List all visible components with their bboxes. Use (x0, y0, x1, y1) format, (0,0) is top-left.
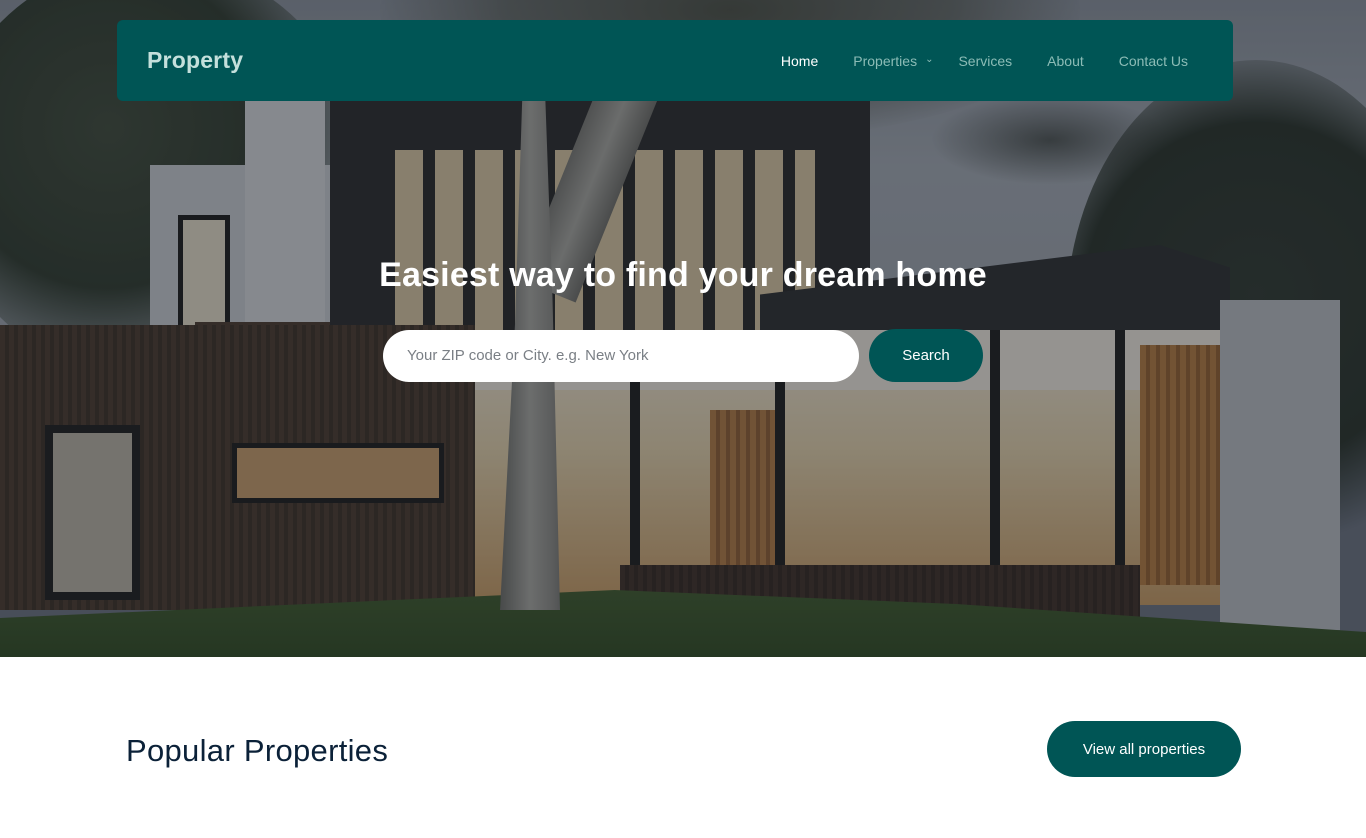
nav-item-home: Home (781, 53, 818, 69)
nav-link-services[interactable]: Services (958, 53, 1012, 69)
navbar: Property Home Properties ⌄ Services Abou… (117, 20, 1233, 101)
search-input[interactable] (383, 329, 859, 382)
nav-link-contact[interactable]: Contact Us (1119, 53, 1188, 69)
view-all-properties-button[interactable]: View all properties (1047, 721, 1241, 777)
nav-link-about[interactable]: About (1047, 53, 1084, 69)
nav-item-contact: Contact Us (1119, 53, 1188, 69)
nav-item-services: Services (958, 53, 1012, 69)
section-title-popular: Popular Properties (126, 733, 389, 768)
search-form: Search (383, 329, 983, 382)
nav-item-properties: Properties ⌄ (853, 53, 933, 69)
nav-menu: Home Properties ⌄ Services About Contact… (781, 53, 1188, 69)
search-button[interactable]: Search (869, 329, 983, 382)
chevron-down-icon[interactable]: ⌄ (925, 54, 933, 65)
nav-link-home[interactable]: Home (781, 53, 818, 69)
nav-item-about: About (1047, 53, 1084, 69)
hero-title: Easiest way to find your dream home (379, 256, 987, 294)
brand-logo[interactable]: Property (147, 47, 243, 74)
nav-link-properties[interactable]: Properties (853, 53, 917, 69)
